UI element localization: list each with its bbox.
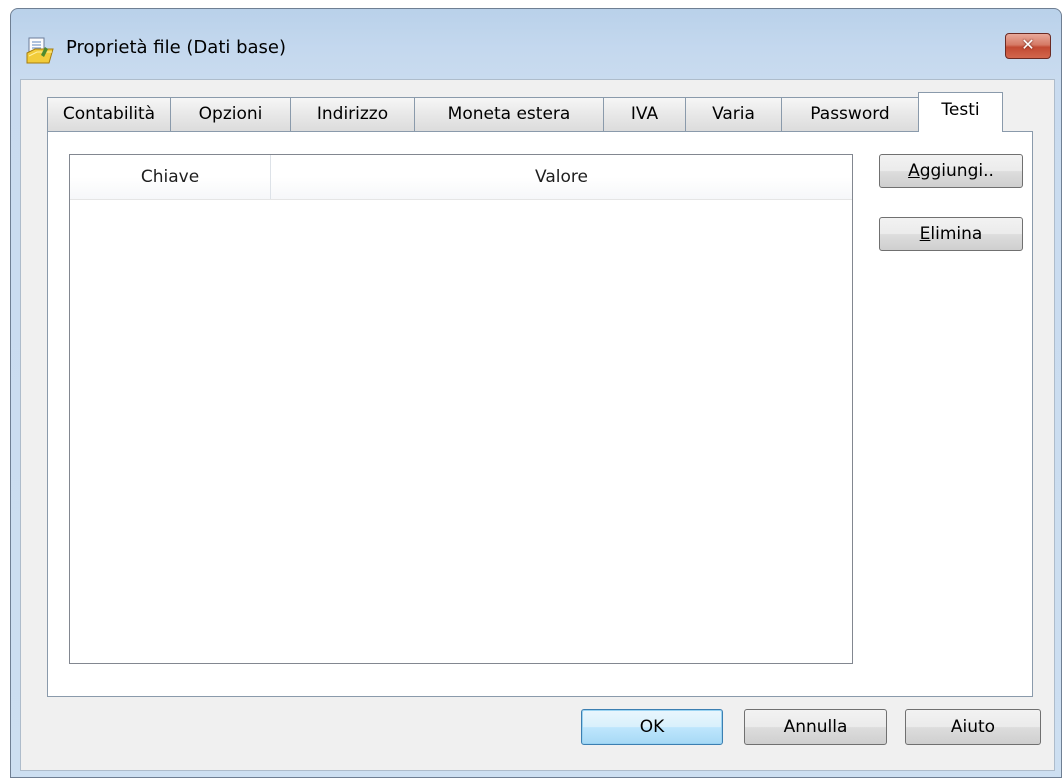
- tab-panel-testi: Chiave Valore Aggiungi.. Elimina: [47, 131, 1033, 697]
- tab-contabilita[interactable]: Contabilità: [47, 97, 171, 131]
- title-bar[interactable]: Proprietà file (Dati base) ✕: [11, 9, 1061, 79]
- add-button[interactable]: Aggiungi..: [879, 154, 1023, 188]
- cancel-button[interactable]: Annulla: [744, 709, 887, 745]
- close-button[interactable]: ✕: [1005, 33, 1051, 59]
- column-header-valore[interactable]: Valore: [271, 155, 852, 199]
- close-icon: ✕: [1021, 35, 1035, 54]
- dialog-window: Proprietà file (Dati base) ✕ Contabilità…: [10, 8, 1062, 778]
- dialog-client-area: Contabilità Opzioni Indirizzo Moneta est…: [20, 79, 1055, 771]
- column-header-chiave[interactable]: Chiave: [70, 155, 271, 199]
- delete-button-mnemonic: E: [919, 224, 931, 244]
- help-button[interactable]: Aiuto: [905, 709, 1041, 745]
- add-button-label: ggiungi..: [919, 161, 994, 181]
- delete-button[interactable]: Elimina: [879, 217, 1023, 251]
- tab-indirizzo[interactable]: Indirizzo: [290, 97, 415, 131]
- tab-testi[interactable]: Testi: [918, 92, 1003, 132]
- window-title: Proprietà file (Dati base): [66, 37, 287, 58]
- document-folder-icon: [25, 36, 55, 66]
- add-button-mnemonic: A: [908, 161, 920, 181]
- tab-opzioni[interactable]: Opzioni: [170, 97, 291, 131]
- tab-password[interactable]: Password: [781, 97, 919, 131]
- tab-varia[interactable]: Varia: [685, 97, 782, 131]
- tab-moneta-estera[interactable]: Moneta estera: [414, 97, 604, 131]
- list-header: Chiave Valore: [70, 155, 852, 200]
- tab-iva[interactable]: IVA: [603, 97, 686, 131]
- delete-button-label: limina: [930, 224, 983, 244]
- ok-button[interactable]: OK: [581, 709, 723, 745]
- key-value-list[interactable]: Chiave Valore: [69, 154, 853, 664]
